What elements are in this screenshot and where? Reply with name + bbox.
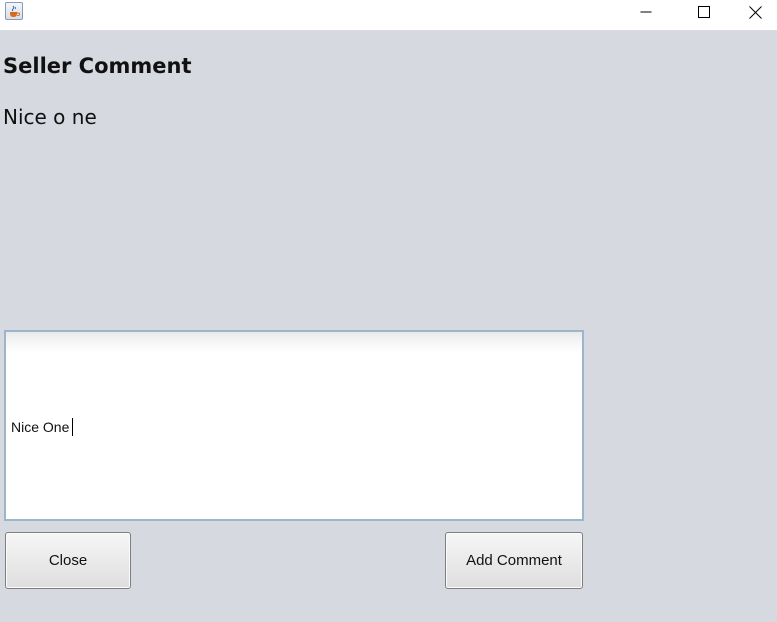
title-bar[interactable] [0,0,777,30]
comment-window: Seller Comment Nice o ne Nice One Close … [0,0,777,622]
text-caret [72,418,74,436]
minimize-icon [640,11,652,13]
seller-comment-text: Nice o ne [3,105,97,129]
comment-input-value: Nice One [11,418,74,436]
maximize-icon [698,6,710,18]
close-icon [748,5,762,19]
close-button[interactable]: Close [5,532,131,589]
minimize-button[interactable] [617,0,675,24]
maximize-button[interactable] [675,0,733,24]
comment-input[interactable]: Nice One [4,330,584,521]
page-title: Seller Comment [3,54,192,78]
java-coffee-cup-icon[interactable] [5,2,23,20]
add-comment-button[interactable]: Add Comment [445,532,583,589]
comment-input-text: Nice One [11,419,70,435]
window-close-button[interactable] [733,0,777,24]
